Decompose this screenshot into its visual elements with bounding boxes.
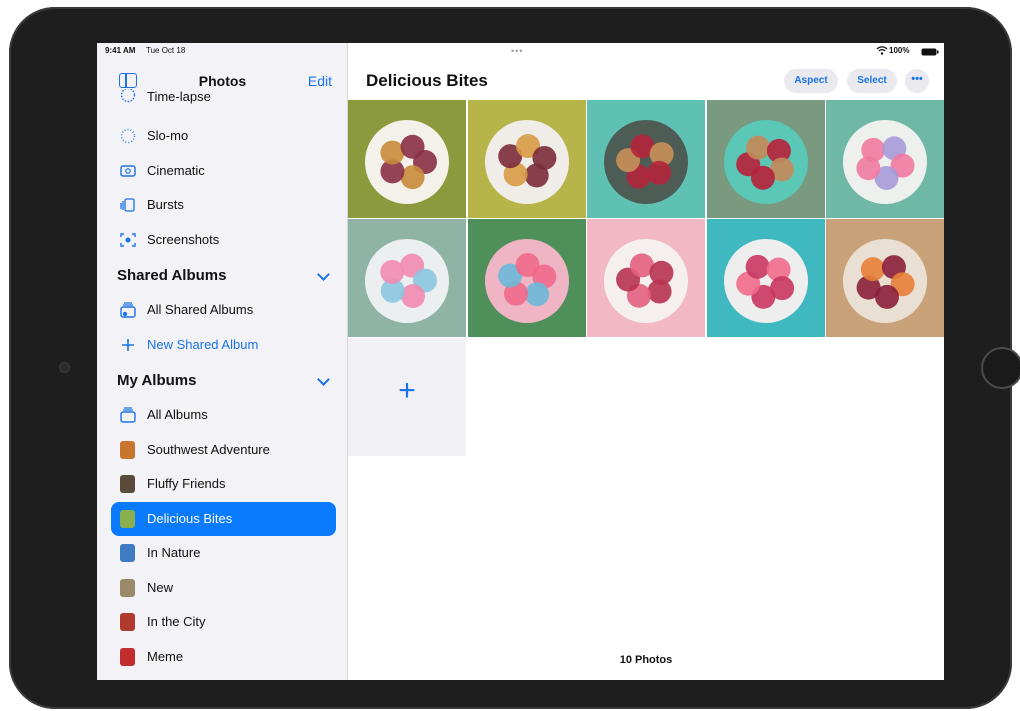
sidebar-item-label: Bursts xyxy=(147,197,184,212)
sidebar-item-fluffy-friends[interactable]: Fluffy Friends xyxy=(111,467,336,501)
sidebar-item-label: Southwest Adventure xyxy=(147,442,270,457)
album-thumbnail xyxy=(120,475,135,493)
sidebar-item-label: Fluffy Friends xyxy=(147,476,226,491)
sidebar-item-in-the-city[interactable]: In the City xyxy=(111,605,336,639)
photo-thumbnail[interactable] xyxy=(826,219,944,337)
shared-albums-heading[interactable]: Shared Albums xyxy=(117,267,226,284)
cinematic-icon xyxy=(120,165,136,177)
sidebar-item-screenshots[interactable]: Screenshots xyxy=(111,223,336,257)
photo-thumbnail[interactable] xyxy=(348,219,466,337)
time-lapse-icon xyxy=(120,89,136,103)
sidebar-item-label: Meme xyxy=(147,649,184,664)
screen: 9:41 AM Tue Oct 18 Photos Edit Time-laps… xyxy=(97,43,944,680)
add-photos-button[interactable]: + xyxy=(348,338,466,456)
aspect-button[interactable]: Aspect xyxy=(784,69,838,93)
select-button[interactable]: Select xyxy=(847,69,897,93)
sidebar-item-label: New xyxy=(147,580,174,595)
album-thumbnail xyxy=(120,613,135,631)
sidebar-item-time-lapse[interactable]: Time-lapse xyxy=(111,89,336,111)
battery-icon xyxy=(921,48,939,58)
album-thumbnail xyxy=(120,544,135,562)
sidebar-item-bursts[interactable]: Bursts xyxy=(111,188,336,222)
photo-thumbnail[interactable] xyxy=(467,219,586,337)
sidebar-item-in-nature[interactable]: In Nature xyxy=(111,536,336,570)
my-albums-heading[interactable]: My Albums xyxy=(117,372,196,389)
photo-grid xyxy=(348,100,944,337)
sidebar-item-label: Slo-mo xyxy=(147,128,189,143)
sidebar-item-label: In the City xyxy=(147,614,206,629)
page-title: Delicious Bites xyxy=(366,71,488,90)
photo-thumbnail[interactable] xyxy=(706,219,825,337)
album-thumbnail xyxy=(120,510,135,528)
front-camera xyxy=(59,362,70,373)
bursts-icon xyxy=(120,198,135,212)
wifi-icon xyxy=(876,46,888,57)
photo-thumbnail[interactable] xyxy=(348,100,466,218)
photo-thumbnail[interactable] xyxy=(467,100,586,218)
sidebar-item-label: All Albums xyxy=(147,407,208,422)
photo-thumbnail[interactable] xyxy=(587,100,705,218)
sidebar-item-delicious-bites[interactable]: Delicious Bites xyxy=(111,502,336,536)
photo-thumbnail[interactable] xyxy=(826,100,944,218)
status-date: Tue Oct 18 xyxy=(146,46,186,55)
sidebar-item-southwest-adventure[interactable]: Southwest Adventure xyxy=(111,433,336,467)
photo-count: 10 Photos xyxy=(619,654,673,666)
sidebar-item-label: Screenshots xyxy=(147,232,220,247)
sidebar-item-all-shared-albums[interactable]: All Shared Albums xyxy=(111,293,336,327)
edit-button[interactable]: Edit xyxy=(308,73,332,89)
sidebar-item-label: Delicious Bites xyxy=(147,511,233,526)
sidebar-item-meme[interactable]: Meme xyxy=(111,640,336,674)
shared-album-icon xyxy=(120,302,136,318)
more-button[interactable]: ••• xyxy=(905,69,929,93)
sidebar-item-label: New Shared Album xyxy=(147,337,259,352)
sidebar-item-label: All Shared Albums xyxy=(147,302,254,317)
sidebar-item-label: In Nature xyxy=(147,545,201,560)
sidebar-item-label: Time-lapse xyxy=(147,89,211,104)
sidebar-item-new[interactable]: New xyxy=(111,571,336,605)
photo-thumbnail[interactable] xyxy=(587,219,705,337)
photo-thumbnail[interactable] xyxy=(706,100,825,218)
album-thumbnail xyxy=(120,648,135,666)
album-view: ••• 100% Delicious Bites Aspect Select •… xyxy=(348,43,944,680)
sidebar: 9:41 AM Tue Oct 18 Photos Edit Time-laps… xyxy=(97,43,348,680)
sidebar-item-all-albums[interactable]: All Albums xyxy=(111,398,336,432)
new-shared-album-button[interactable]: New Shared Album xyxy=(111,328,336,362)
sidebar-item-cinematic[interactable]: Cinematic xyxy=(111,154,336,188)
album-thumbnail xyxy=(120,579,135,597)
plus-icon xyxy=(122,339,134,351)
album-thumbnail xyxy=(120,441,135,459)
chevron-down-icon[interactable] xyxy=(317,268,330,281)
screenshots-icon xyxy=(120,233,136,247)
sidebar-item-slo-mo[interactable]: Slo-mo xyxy=(111,119,336,153)
battery-percent: 100% xyxy=(889,46,910,55)
home-button[interactable] xyxy=(981,347,1020,389)
albums-icon xyxy=(120,407,136,423)
slo-mo-icon xyxy=(120,128,136,144)
plus-icon: + xyxy=(398,374,416,407)
chevron-down-icon[interactable] xyxy=(317,373,330,386)
sidebar-item-label: Cinematic xyxy=(147,163,205,178)
multitasking-dots-icon[interactable]: ••• xyxy=(511,46,523,56)
status-time: 9:41 AM xyxy=(105,46,136,55)
